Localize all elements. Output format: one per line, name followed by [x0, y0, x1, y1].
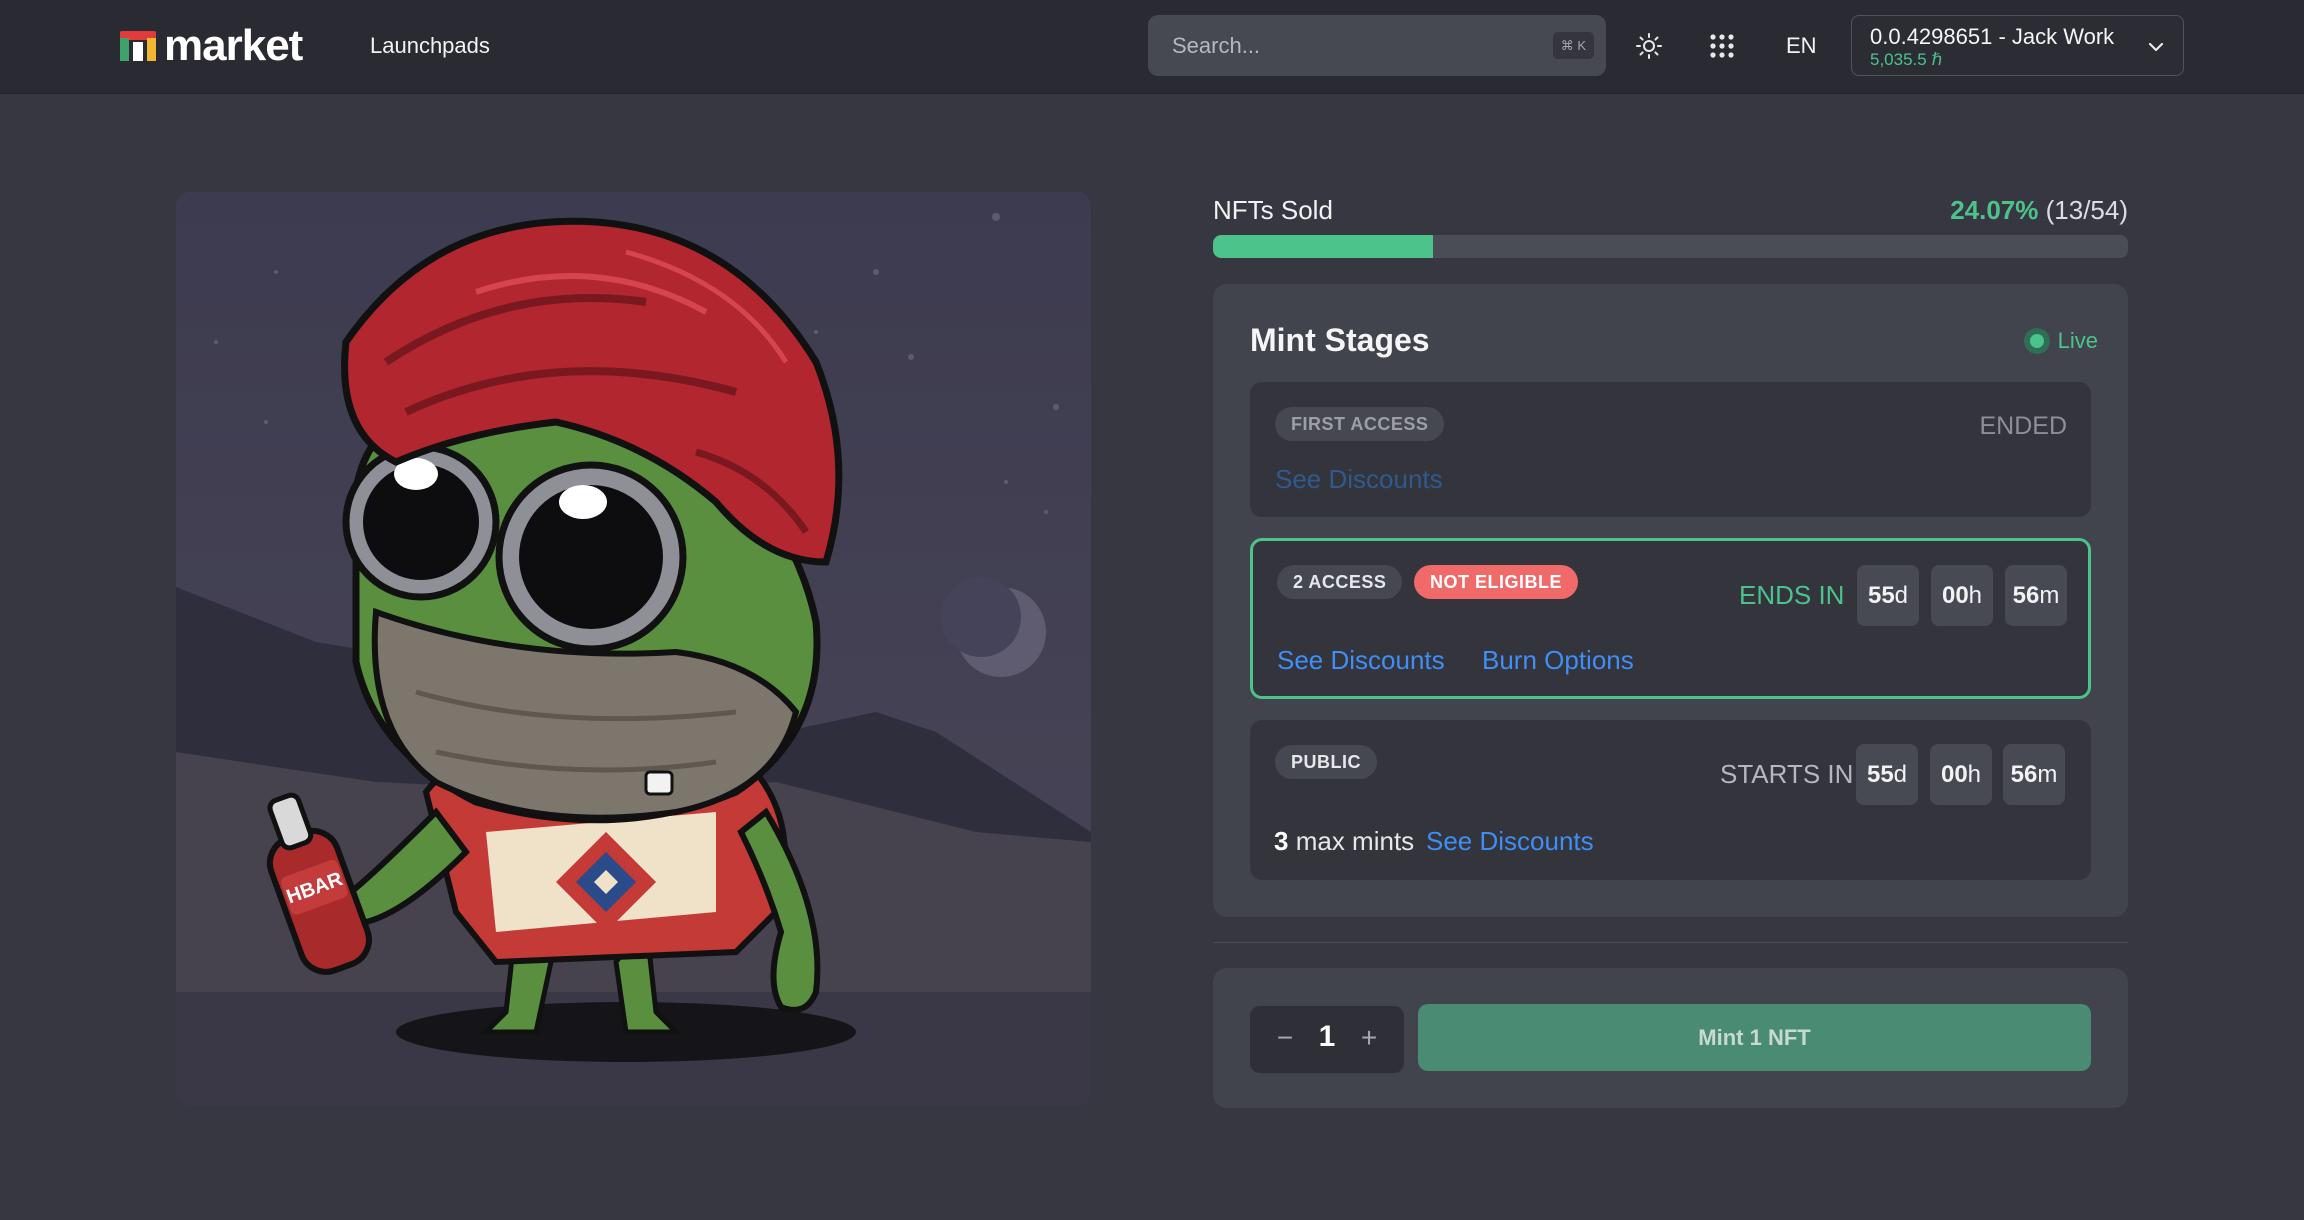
stage-public[interactable]: PUBLIC STARTS IN 55 d 00 h 56 m 3 max mints…: [1250, 720, 2091, 880]
search-input[interactable]: [1148, 15, 1606, 76]
language-selector[interactable]: EN: [1786, 30, 1817, 62]
increment-button[interactable]: +: [1354, 1023, 1384, 1053]
mint-action-panel: − 1 + Mint 1 NFT: [1213, 968, 2128, 1108]
countdown-minutes: 56 m: [2003, 744, 2065, 805]
stage-first-access[interactable]: FIRST ACCESS ENDED See Discounts: [1250, 382, 2091, 517]
ends-in-label: ENDS IN: [1739, 580, 1845, 610]
nav-launchpads-link[interactable]: Launchpads: [370, 30, 490, 62]
burn-options-link[interactable]: Burn Options: [1482, 645, 1634, 676]
mint-stages-title: Mint Stages: [1250, 322, 1430, 358]
account-balance: 5,035.5 ℏ: [1870, 50, 1943, 69]
quantity-value: 1: [1318, 1020, 1336, 1053]
countdown-minutes: 56 m: [2005, 565, 2067, 626]
search-box[interactable]: ⌘ K: [1148, 15, 1606, 76]
quantity-stepper[interactable]: − 1 +: [1250, 1006, 1404, 1073]
decrement-button[interactable]: −: [1270, 1023, 1300, 1053]
nfts-sold-count: (13/54): [2045, 195, 2128, 225]
not-eligible-badge: NOT ELIGIBLE: [1414, 565, 1578, 599]
live-dot-icon: [2023, 328, 2050, 354]
stage-name-pill: 2 ACCESS: [1277, 565, 1403, 599]
stage-ended-status: ENDED: [1979, 412, 2067, 440]
countdown-days: 55 d: [1857, 565, 1919, 626]
starts-in-label: STARTS IN: [1720, 759, 1854, 789]
logo-text: market: [164, 21, 303, 70]
mint-nft-button[interactable]: Mint 1 NFT: [1418, 1004, 2091, 1071]
see-discounts-link[interactable]: See Discounts: [1277, 645, 1445, 676]
section-divider: [1213, 942, 2128, 943]
mint-stages-panel: Mint Stages Live FIRST ACCESS ENDED See …: [1213, 284, 2128, 917]
stage-name-pill: FIRST ACCESS: [1275, 407, 1445, 441]
see-discounts-link[interactable]: See Discounts: [1275, 464, 1443, 495]
stage-name-pill: PUBLIC: [1275, 745, 1377, 779]
nfts-sold-value: 24.07% (13/54): [1950, 192, 2128, 228]
sale-progress-fill: [1213, 235, 1434, 258]
countdown-hours: 00 h: [1931, 565, 1993, 626]
logo-mark-icon: [120, 28, 158, 64]
see-discounts-link[interactable]: See Discounts: [1426, 826, 1594, 857]
nfts-sold-label: NFTs Sold: [1213, 195, 1333, 225]
apps-grid-icon[interactable]: [1702, 26, 1742, 66]
countdown-hours: 00 h: [1930, 744, 1992, 805]
account-name: 0.0.4298651 - Jack Work: [1870, 24, 2115, 49]
account-dropdown[interactable]: 0.0.4298651 - Jack Work 5,035.5 ℏ: [1851, 15, 2184, 76]
market-logo[interactable]: market: [120, 21, 303, 70]
max-mints-info: 3 max mints: [1274, 826, 1415, 856]
theme-toggle-sun-icon[interactable]: [1629, 26, 1669, 66]
live-status-badge: Live: [2023, 328, 2098, 354]
search-shortcut-hint: ⌘ K: [1552, 32, 1594, 59]
chevron-down-icon: [2147, 38, 2165, 61]
stage-2-access[interactable]: 2 ACCESS NOT ELIGIBLE ENDS IN 55 d 00 h 56…: [1250, 538, 2091, 699]
live-status-text: Live: [2057, 328, 2098, 353]
top-header: market Launchpads ⌘ K EN 0.0.4298651 - J…: [0, 0, 2304, 94]
nft-artwork-image: HBAR: [176, 192, 1091, 1106]
nfts-sold-percent: 24.07%: [1950, 195, 2039, 225]
sale-progress-bar: [1213, 235, 2128, 258]
countdown-days: 55 d: [1856, 744, 1918, 805]
